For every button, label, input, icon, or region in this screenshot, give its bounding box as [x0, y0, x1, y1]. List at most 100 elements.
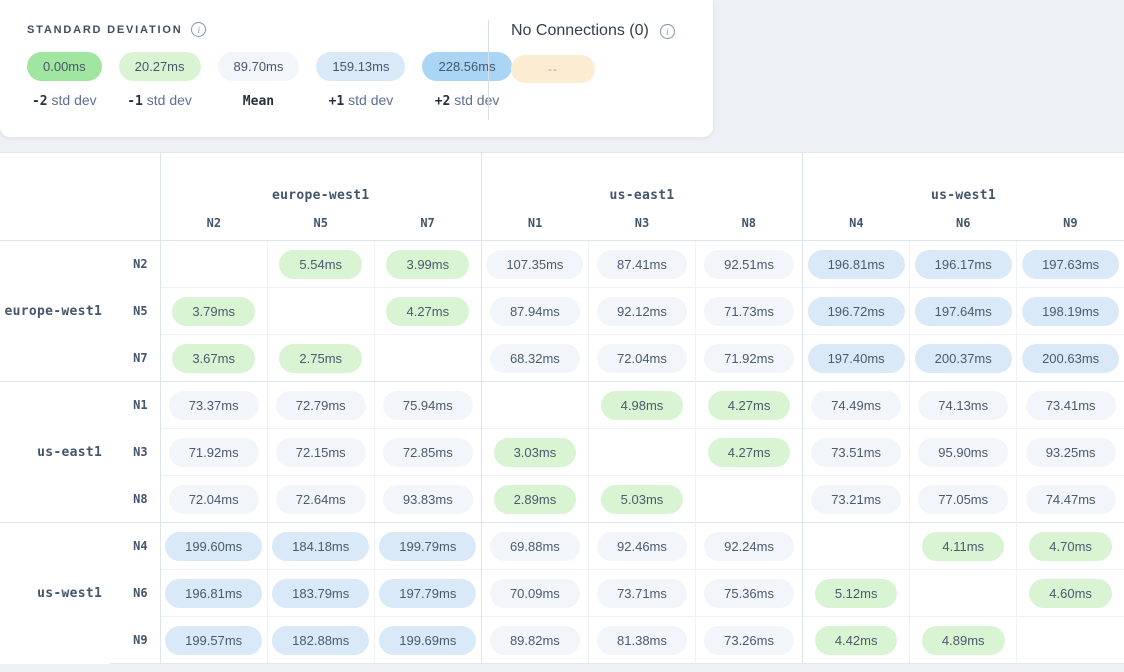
- latency-pill[interactable]: 75.94ms: [383, 391, 473, 420]
- no-connections-info-icon[interactable]: i: [660, 24, 675, 39]
- latency-pill[interactable]: 4.60ms: [1029, 579, 1112, 608]
- latency-pill[interactable]: 73.21ms: [811, 485, 901, 514]
- latency-pill[interactable]: 71.73ms: [704, 297, 794, 326]
- table-row: N371.92ms72.15ms72.85ms3.03ms4.27ms73.51…: [0, 429, 1124, 476]
- latency-pill[interactable]: 4.27ms: [708, 438, 791, 467]
- latency-cell: [267, 288, 374, 335]
- latency-pill[interactable]: 72.04ms: [169, 485, 259, 514]
- latency-pill[interactable]: 197.40ms: [808, 344, 905, 373]
- latency-cell: 92.51ms: [696, 241, 803, 288]
- latency-pill[interactable]: 74.49ms: [811, 391, 901, 420]
- latency-pill[interactable]: 196.72ms: [808, 297, 905, 326]
- latency-pill[interactable]: 70.09ms: [490, 579, 580, 608]
- latency-pill[interactable]: 107.35ms: [486, 250, 583, 279]
- latency-pill[interactable]: 3.99ms: [386, 250, 469, 279]
- latency-pill[interactable]: 183.79ms: [272, 579, 369, 608]
- latency-cell: 74.13ms: [910, 382, 1017, 429]
- latency-cell: 77.05ms: [910, 476, 1017, 523]
- latency-pill[interactable]: 74.47ms: [1026, 485, 1116, 514]
- latency-pill[interactable]: 199.57ms: [165, 626, 262, 655]
- legend-label: -1 std dev: [127, 92, 192, 109]
- latency-pill[interactable]: 199.69ms: [379, 626, 476, 655]
- latency-pill[interactable]: 4.42ms: [815, 626, 898, 655]
- col-node-header: N6: [910, 207, 1017, 241]
- latency-pill[interactable]: 69.88ms: [490, 532, 580, 561]
- latency-pill[interactable]: 197.63ms: [1022, 250, 1119, 279]
- latency-pill[interactable]: 199.79ms: [379, 532, 476, 561]
- latency-pill[interactable]: 92.51ms: [704, 250, 794, 279]
- std-dev-info-icon[interactable]: i: [191, 22, 206, 37]
- legend-label: -2 std dev: [32, 92, 97, 109]
- latency-pill[interactable]: 5.03ms: [601, 485, 684, 514]
- latency-cell: 5.03ms: [588, 476, 695, 523]
- latency-pill[interactable]: 2.75ms: [279, 344, 362, 373]
- latency-pill[interactable]: 182.88ms: [272, 626, 369, 655]
- latency-cell: 4.70ms: [1017, 523, 1124, 570]
- latency-pill[interactable]: 87.94ms: [490, 297, 580, 326]
- latency-pill[interactable]: 73.37ms: [169, 391, 259, 420]
- latency-pill[interactable]: 71.92ms: [169, 438, 259, 467]
- latency-pill[interactable]: 4.89ms: [922, 626, 1005, 655]
- latency-pill[interactable]: 196.17ms: [915, 250, 1012, 279]
- latency-pill[interactable]: 72.64ms: [276, 485, 366, 514]
- latency-pill[interactable]: 5.54ms: [279, 250, 362, 279]
- latency-cell: [1017, 617, 1124, 664]
- latency-pill[interactable]: 81.38ms: [597, 626, 687, 655]
- latency-pill[interactable]: 73.41ms: [1026, 391, 1116, 420]
- latency-pill[interactable]: 4.27ms: [708, 391, 791, 420]
- latency-pill[interactable]: 200.63ms: [1022, 344, 1119, 373]
- latency-pill[interactable]: 89.82ms: [490, 626, 580, 655]
- latency-pill[interactable]: 184.18ms: [272, 532, 369, 561]
- latency-pill[interactable]: 4.27ms: [386, 297, 469, 326]
- latency-pill[interactable]: 87.41ms: [597, 250, 687, 279]
- legend-pill: 228.56ms: [422, 52, 511, 81]
- latency-pill[interactable]: 93.83ms: [383, 485, 473, 514]
- table-row: us-east1N173.37ms72.79ms75.94ms4.98ms4.2…: [0, 382, 1124, 429]
- latency-cell: [803, 523, 910, 570]
- latency-pill[interactable]: 196.81ms: [165, 579, 262, 608]
- latency-pill[interactable]: 198.19ms: [1022, 297, 1119, 326]
- latency-pill[interactable]: 3.79ms: [172, 297, 255, 326]
- latency-pill[interactable]: 3.03ms: [494, 438, 577, 467]
- latency-pill[interactable]: 73.26ms: [704, 626, 794, 655]
- latency-pill[interactable]: 4.11ms: [922, 532, 1004, 561]
- latency-pill[interactable]: 2.89ms: [494, 485, 577, 514]
- std-dev-section: STANDARD DEVIATION i 0.00ms-2 std dev20.…: [27, 22, 512, 109]
- latency-cell: 200.37ms: [910, 335, 1017, 382]
- latency-pill[interactable]: 72.79ms: [276, 391, 366, 420]
- latency-pill[interactable]: 197.79ms: [379, 579, 476, 608]
- latency-pill[interactable]: 72.85ms: [383, 438, 473, 467]
- latency-cell: 68.32ms: [481, 335, 588, 382]
- col-region-header: us-east1: [481, 153, 802, 207]
- latency-pill[interactable]: 74.13ms: [918, 391, 1008, 420]
- row-node-label: N6: [110, 570, 160, 617]
- latency-pill[interactable]: 73.51ms: [811, 438, 901, 467]
- latency-pill[interactable]: 68.32ms: [490, 344, 580, 373]
- latency-pill[interactable]: 72.04ms: [597, 344, 687, 373]
- latency-cell: 72.64ms: [267, 476, 374, 523]
- latency-pill[interactable]: 196.81ms: [808, 250, 905, 279]
- latency-cell: 74.47ms: [1017, 476, 1124, 523]
- col-region-header: europe-west1: [160, 153, 481, 207]
- latency-pill[interactable]: 71.92ms: [704, 344, 794, 373]
- latency-pill[interactable]: 72.15ms: [276, 438, 366, 467]
- latency-pill[interactable]: 197.64ms: [915, 297, 1012, 326]
- latency-pill[interactable]: 92.46ms: [597, 532, 687, 561]
- latency-pill[interactable]: 77.05ms: [918, 485, 1008, 514]
- latency-cell: 3.03ms: [481, 429, 588, 476]
- latency-pill[interactable]: 92.24ms: [704, 532, 794, 561]
- latency-pill[interactable]: 4.70ms: [1029, 532, 1112, 561]
- latency-cell: 196.81ms: [160, 570, 267, 617]
- latency-pill[interactable]: 199.60ms: [165, 532, 262, 561]
- latency-pill[interactable]: 93.25ms: [1026, 438, 1116, 467]
- latency-pill[interactable]: 92.12ms: [597, 297, 687, 326]
- latency-pill[interactable]: 200.37ms: [915, 344, 1012, 373]
- latency-pill[interactable]: 3.67ms: [172, 344, 255, 373]
- latency-pill[interactable]: 73.71ms: [597, 579, 687, 608]
- row-node-label: N5: [110, 288, 160, 335]
- latency-cell: 72.04ms: [160, 476, 267, 523]
- latency-pill[interactable]: 75.36ms: [704, 579, 794, 608]
- latency-pill[interactable]: 5.12ms: [815, 579, 898, 608]
- latency-pill[interactable]: 4.98ms: [601, 391, 684, 420]
- latency-pill[interactable]: 95.90ms: [918, 438, 1008, 467]
